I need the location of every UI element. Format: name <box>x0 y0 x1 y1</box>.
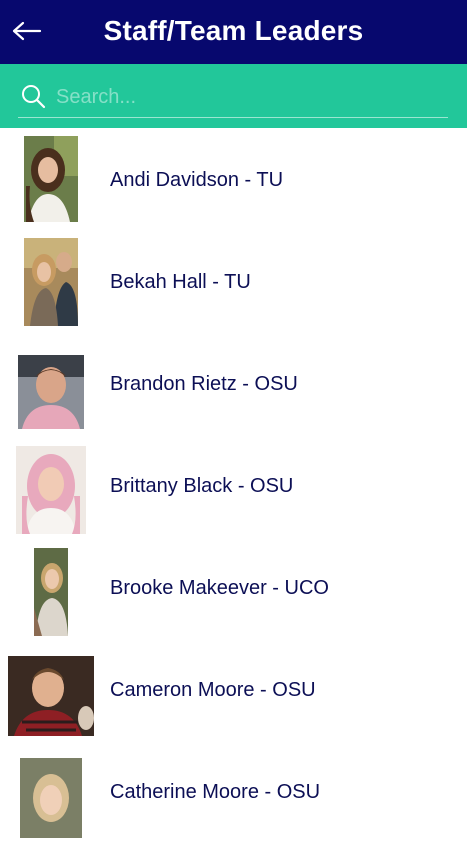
staff-list: Andi Davidson - TU Bekah Hall - TU Brand… <box>0 128 467 842</box>
app-header: Staff/Team Leaders <box>0 0 467 64</box>
person-name: Andi Davidson - TU <box>110 169 284 191</box>
list-item[interactable]: Brandon Rietz - OSU <box>0 332 467 434</box>
list-item[interactable]: Bekah Hall - TU <box>0 230 467 332</box>
list-item[interactable]: Cameron Moore - OSU <box>0 638 467 740</box>
list-item[interactable]: Catherine Moore - OSU <box>0 740 467 842</box>
avatar <box>20 758 82 838</box>
avatar <box>16 446 86 534</box>
avatar <box>24 136 78 222</box>
person-name: Brooke Makeever - UCO <box>110 577 329 599</box>
avatar <box>18 355 84 429</box>
search-underline <box>18 117 448 118</box>
list-item[interactable]: Brittany Black - OSU <box>0 434 467 536</box>
list-item[interactable]: Andi Davidson - TU <box>0 128 467 230</box>
avatar <box>24 238 78 326</box>
person-name: Cameron Moore - OSU <box>110 679 316 701</box>
avatar <box>34 548 68 636</box>
person-name: Bekah Hall - TU <box>110 271 251 293</box>
person-name: Brittany Black - OSU <box>110 475 294 497</box>
list-item[interactable]: Brooke Makeever - UCO <box>0 536 467 638</box>
avatar <box>8 656 94 736</box>
person-name: Catherine Moore - OSU <box>110 781 321 803</box>
page-title: Staff/Team Leaders <box>103 15 364 46</box>
search-input[interactable] <box>56 80 446 114</box>
search-icon <box>22 85 46 109</box>
person-name: Brandon Rietz - OSU <box>110 373 298 395</box>
